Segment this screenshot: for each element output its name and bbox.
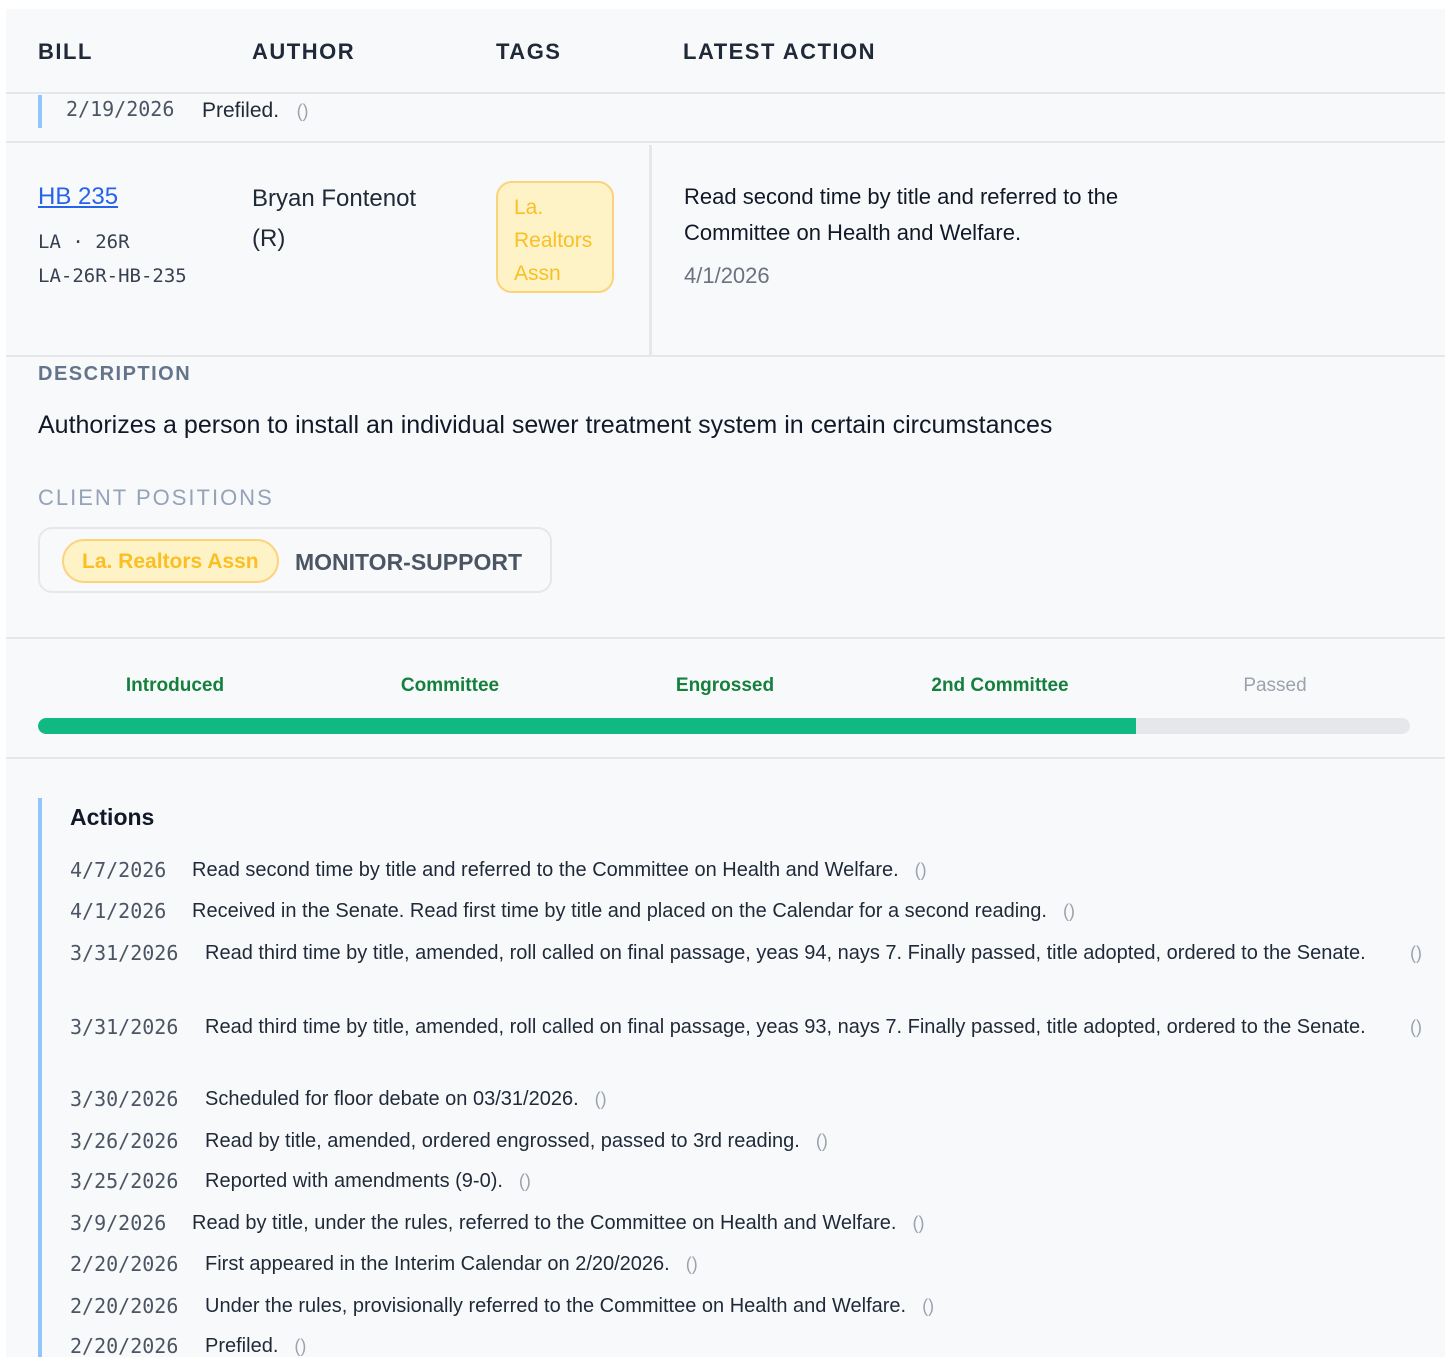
bill-number-link[interactable]: HB 235 — [38, 183, 118, 211]
action-description: Read by title, amended, ordered engrosse… — [205, 1130, 800, 1152]
action-description: Read by title, under the rules, referred… — [192, 1212, 897, 1234]
client-badge[interactable]: La. Realtors Assn — [62, 539, 279, 583]
progress-track — [38, 718, 1410, 734]
action-description: Received in the Senate. Read first time … — [192, 900, 1047, 922]
bill-id: LA-26R-HB-235 — [38, 265, 187, 287]
latest-action-date: 4/1/2026 — [684, 263, 770, 288]
action-item: 4/7/2026 Read second time by title and r… — [70, 853, 927, 887]
action-item: 3/9/2026 Read by title, under the rules,… — [70, 1206, 924, 1240]
action-source-link[interactable]: () — [595, 1089, 607, 1110]
latest-action-text: Read second time by title and referred t… — [684, 184, 1119, 245]
action-description: Prefiled. — [205, 1335, 279, 1357]
action-timeline-bar — [38, 95, 42, 128]
action-description: Reported with amendments (9-0). — [205, 1170, 503, 1192]
action-description: Read third time by title, amended, roll … — [205, 1016, 1366, 1038]
action-item: 3/30/2026 Scheduled for floor debate on … — [70, 1082, 607, 1116]
actions-title: Actions — [70, 804, 155, 830]
action-source-link[interactable]: () — [297, 101, 309, 121]
action-item: 3/26/2026 Read by title, amended, ordere… — [70, 1124, 828, 1158]
action-item: 3/31/2026 Read third time by title, amen… — [70, 1010, 1422, 1044]
action-date: 4/7/2026 — [70, 858, 167, 882]
action-source-link[interactable]: () — [922, 1296, 934, 1317]
header-tags: TAGS — [496, 39, 562, 64]
table-row[interactable]: HB 235 LA · 26R LA-26R-HB-235 Bryan Font… — [6, 145, 1445, 357]
action-source-link[interactable]: () — [912, 1213, 924, 1234]
stage-engrossed: Engrossed — [675, 675, 775, 696]
stage-introduced: Introduced — [125, 675, 225, 696]
action-date: 3/30/2026 — [70, 1087, 179, 1111]
action-date: 3/25/2026 — [70, 1169, 179, 1193]
action-item: 4/1/2026 Received in the Senate. Read fi… — [70, 894, 1075, 928]
action-item: 2/20/2026 Prefiled. () — [70, 1329, 306, 1357]
action-description: Read third time by title, amended, roll … — [205, 942, 1366, 964]
client-positions-label: CLIENT POSITIONS — [38, 485, 274, 510]
action-description: First appeared in the Interim Calendar o… — [205, 1253, 670, 1275]
column-divider — [649, 145, 652, 357]
bill-meta: LA · 26R LA-26R-HB-235 — [38, 225, 198, 293]
action-date: 3/9/2026 — [70, 1211, 167, 1235]
bill-progress: Introduced Committee Engrossed 2nd Commi… — [6, 637, 1445, 759]
progress-fill — [38, 718, 1136, 734]
action-source-link[interactable]: () — [816, 1131, 828, 1152]
stage-passed: Passed — [1243, 675, 1307, 696]
action-item: 2/20/2026 First appeared in the Interim … — [70, 1247, 698, 1281]
action-source-link[interactable]: () — [294, 1336, 306, 1357]
action-date: 2/20/2026 — [70, 1252, 179, 1276]
action-source-link[interactable]: () — [519, 1171, 531, 1192]
client-tag-badge[interactable]: La. Realtors Assn — [496, 181, 614, 293]
action-source-link[interactable]: () — [686, 1254, 698, 1275]
action-date: 3/31/2026 — [70, 1015, 179, 1039]
header-bill: BILL — [38, 39, 93, 64]
client-position-card: La. Realtors Assn MONITOR-SUPPORT — [38, 527, 552, 593]
action-description: Scheduled for floor debate on 03/31/2026… — [205, 1088, 579, 1110]
action-source-link[interactable]: () — [915, 860, 927, 881]
action-text: Prefiled. () — [202, 99, 309, 123]
action-description: Prefiled. — [202, 99, 280, 122]
action-date: 3/31/2026 — [70, 941, 179, 965]
action-date: 2/20/2026 — [70, 1334, 179, 1357]
header-latest-action: LATEST ACTION — [683, 39, 877, 64]
action-description: Read second time by title and referred t… — [192, 859, 899, 881]
bill-table: BILL AUTHOR TAGS LATEST ACTION 2/19/2026… — [6, 9, 1445, 1357]
previous-row-remnant: 2/19/2026 Prefiled. () — [6, 95, 1445, 143]
stage-committee: Committee — [400, 675, 500, 696]
description-text: Authorizes a person to install an indivi… — [38, 411, 1053, 439]
bill-state-session: LA · 26R — [38, 231, 130, 253]
action-date: 3/26/2026 — [70, 1129, 179, 1153]
header-author: AUTHOR — [252, 39, 356, 64]
action-description: Under the rules, provisionally referred … — [205, 1295, 907, 1317]
action-date: 2/19/2026 — [66, 97, 175, 121]
client-position-value: MONITOR-SUPPORT — [295, 549, 523, 575]
description-label: DESCRIPTION — [38, 363, 192, 385]
actions-timeline: Actions 4/7/2026 Read second time by tit… — [38, 798, 1428, 1357]
action-date: 4/1/2026 — [70, 899, 167, 923]
action-item: 3/25/2026 Reported with amendments (9-0)… — [70, 1164, 531, 1198]
action-date: 2/20/2026 — [70, 1294, 179, 1318]
action-item: 3/31/2026 Read third time by title, amen… — [70, 936, 1422, 970]
bill-author: Bryan Fontenot (R) — [252, 185, 417, 252]
table-header: BILL AUTHOR TAGS LATEST ACTION — [6, 9, 1445, 94]
action-source-link[interactable]: () — [1410, 943, 1422, 964]
action-item: 2/20/2026 Under the rules, provisionally… — [70, 1289, 934, 1323]
action-source-link[interactable]: () — [1410, 1017, 1422, 1038]
action-source-link[interactable]: () — [1063, 901, 1075, 922]
stage-2nd-committee: 2nd Committee — [931, 675, 1069, 696]
